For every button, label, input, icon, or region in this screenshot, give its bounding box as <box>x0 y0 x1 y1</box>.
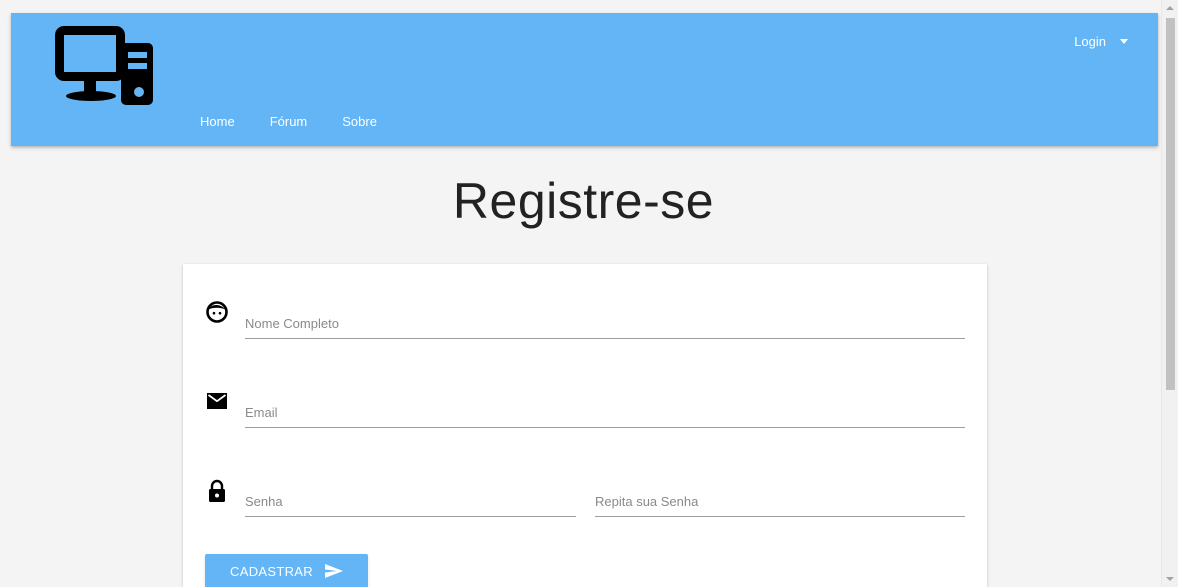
desktop-computer-icon[interactable] <box>51 21 153 105</box>
repeat-password-field <box>595 487 965 517</box>
full-name-field <box>245 309 965 339</box>
nav-link-sobre[interactable]: Sobre <box>342 114 377 129</box>
main-nav: Home Fórum Sobre <box>200 114 412 129</box>
register-form-card: CADASTRAR <box>183 264 987 587</box>
send-icon <box>324 564 343 578</box>
login-dropdown[interactable]: Login <box>1074 34 1128 49</box>
nav-link-home[interactable]: Home <box>200 114 235 129</box>
register-button[interactable]: CADASTRAR <box>205 554 368 587</box>
mail-icon <box>207 393 227 409</box>
scroll-thumb[interactable] <box>1166 18 1175 390</box>
page-title: Registre-se <box>452 173 715 229</box>
lock-icon <box>209 479 225 502</box>
navbar: Home Fórum Sobre Login <box>11 13 1158 146</box>
email-field <box>245 398 965 428</box>
scroll-up-arrow-icon[interactable] <box>1166 6 1174 10</box>
full-name-input[interactable] <box>245 309 965 338</box>
password-input[interactable] <box>245 487 576 516</box>
face-icon <box>206 301 228 323</box>
scroll-down-arrow-icon[interactable] <box>1166 577 1174 581</box>
register-button-label: CADASTRAR <box>230 563 313 579</box>
caret-down-icon <box>1120 39 1128 44</box>
login-label: Login <box>1074 34 1106 49</box>
email-input[interactable] <box>245 398 965 427</box>
vertical-scrollbar[interactable] <box>1161 0 1178 587</box>
password-field <box>245 487 576 517</box>
nav-link-forum[interactable]: Fórum <box>270 114 308 129</box>
repeat-password-input[interactable] <box>595 487 965 516</box>
